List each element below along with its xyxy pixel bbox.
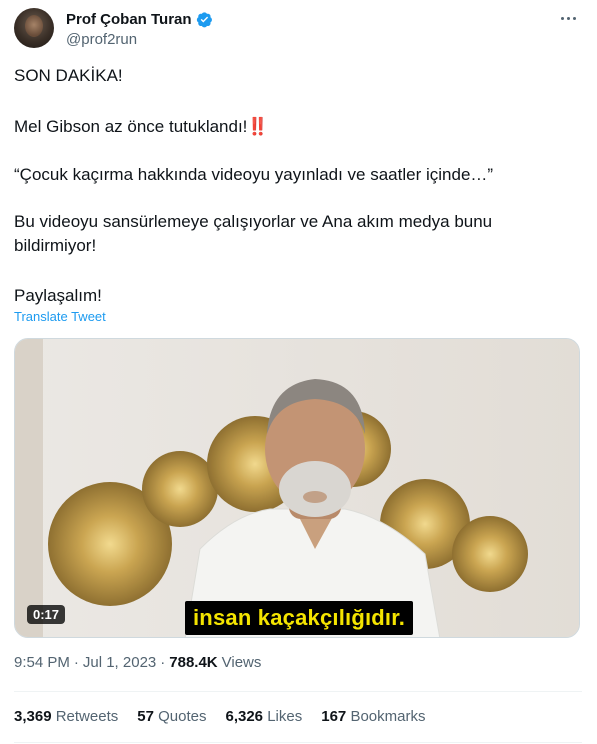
- avatar[interactable]: [14, 8, 54, 48]
- author-names: Prof Çoban Turan @prof2run: [66, 9, 213, 48]
- likes-stat[interactable]: 6,326 Likes: [225, 708, 302, 725]
- video-frame: [15, 339, 579, 637]
- handle[interactable]: @prof2run: [66, 31, 213, 48]
- quotes-label: Quotes: [158, 708, 207, 725]
- display-name[interactable]: Prof Çoban Turan: [66, 11, 192, 28]
- bookmarks-count: 167: [321, 708, 347, 725]
- video-subtitle: insan kaçakçılığıdır.: [185, 601, 414, 635]
- video-duration: 0:17: [27, 605, 66, 624]
- tweet-stats: 3,369 Retweets 57 Quotes 6,326 Likes 167…: [14, 708, 425, 725]
- tweet-line-3: “Çocuk kaçırma hakkında videoyu yayınlad…: [14, 165, 494, 184]
- retweets-count: 3,369: [14, 708, 52, 725]
- views-label: Views: [221, 654, 262, 671]
- retweets-stat[interactable]: 3,369 Retweets: [14, 708, 118, 725]
- display-name-row: Prof Çoban Turan: [66, 9, 213, 29]
- tweet-line-4: Bu videoyu sansürlemeye çalışıyorlar ve …: [14, 212, 493, 255]
- tweet-date[interactable]: Jul 1, 2023: [83, 654, 156, 671]
- tweet-meta: 9:54 PM · Jul 1, 2023 · 788.4K Views: [14, 654, 261, 671]
- quotes-count: 57: [137, 708, 154, 725]
- likes-label: Likes: [267, 708, 303, 725]
- verified-badge-icon: [196, 11, 212, 27]
- translate-tweet-link[interactable]: Translate Tweet: [14, 309, 106, 324]
- quotes-stat[interactable]: 57 Quotes: [137, 708, 206, 725]
- video-player[interactable]: 0:17 insan kaçakçılığıdır.: [14, 338, 580, 638]
- tweet-line-2: Mel Gibson az önce tutuklandı!‼️: [14, 115, 269, 139]
- bookmarks-stat[interactable]: 167 Bookmarks: [321, 708, 425, 725]
- meta-separator: ·: [73, 654, 79, 671]
- tweet-time[interactable]: 9:54 PM: [14, 654, 70, 671]
- tweet-header: Prof Çoban Turan @prof2run: [14, 8, 584, 50]
- more-options-icon[interactable]: [558, 10, 578, 26]
- tweet-line-2-text: Mel Gibson az önce tutuklandı!: [14, 117, 248, 136]
- divider: [14, 691, 582, 692]
- retweets-label: Retweets: [55, 708, 119, 725]
- likes-count: 6,326: [225, 708, 264, 725]
- double-exclamation-icon: ‼️: [247, 117, 268, 136]
- divider: [14, 742, 582, 743]
- tweet-line-5: Paylaşalım!: [14, 286, 102, 305]
- views-count: 788.4K: [169, 654, 218, 671]
- meta-separator: ·: [160, 654, 166, 671]
- tweet-line-1: SON DAKİKA!: [14, 66, 123, 85]
- bookmarks-label: Bookmarks: [350, 708, 426, 725]
